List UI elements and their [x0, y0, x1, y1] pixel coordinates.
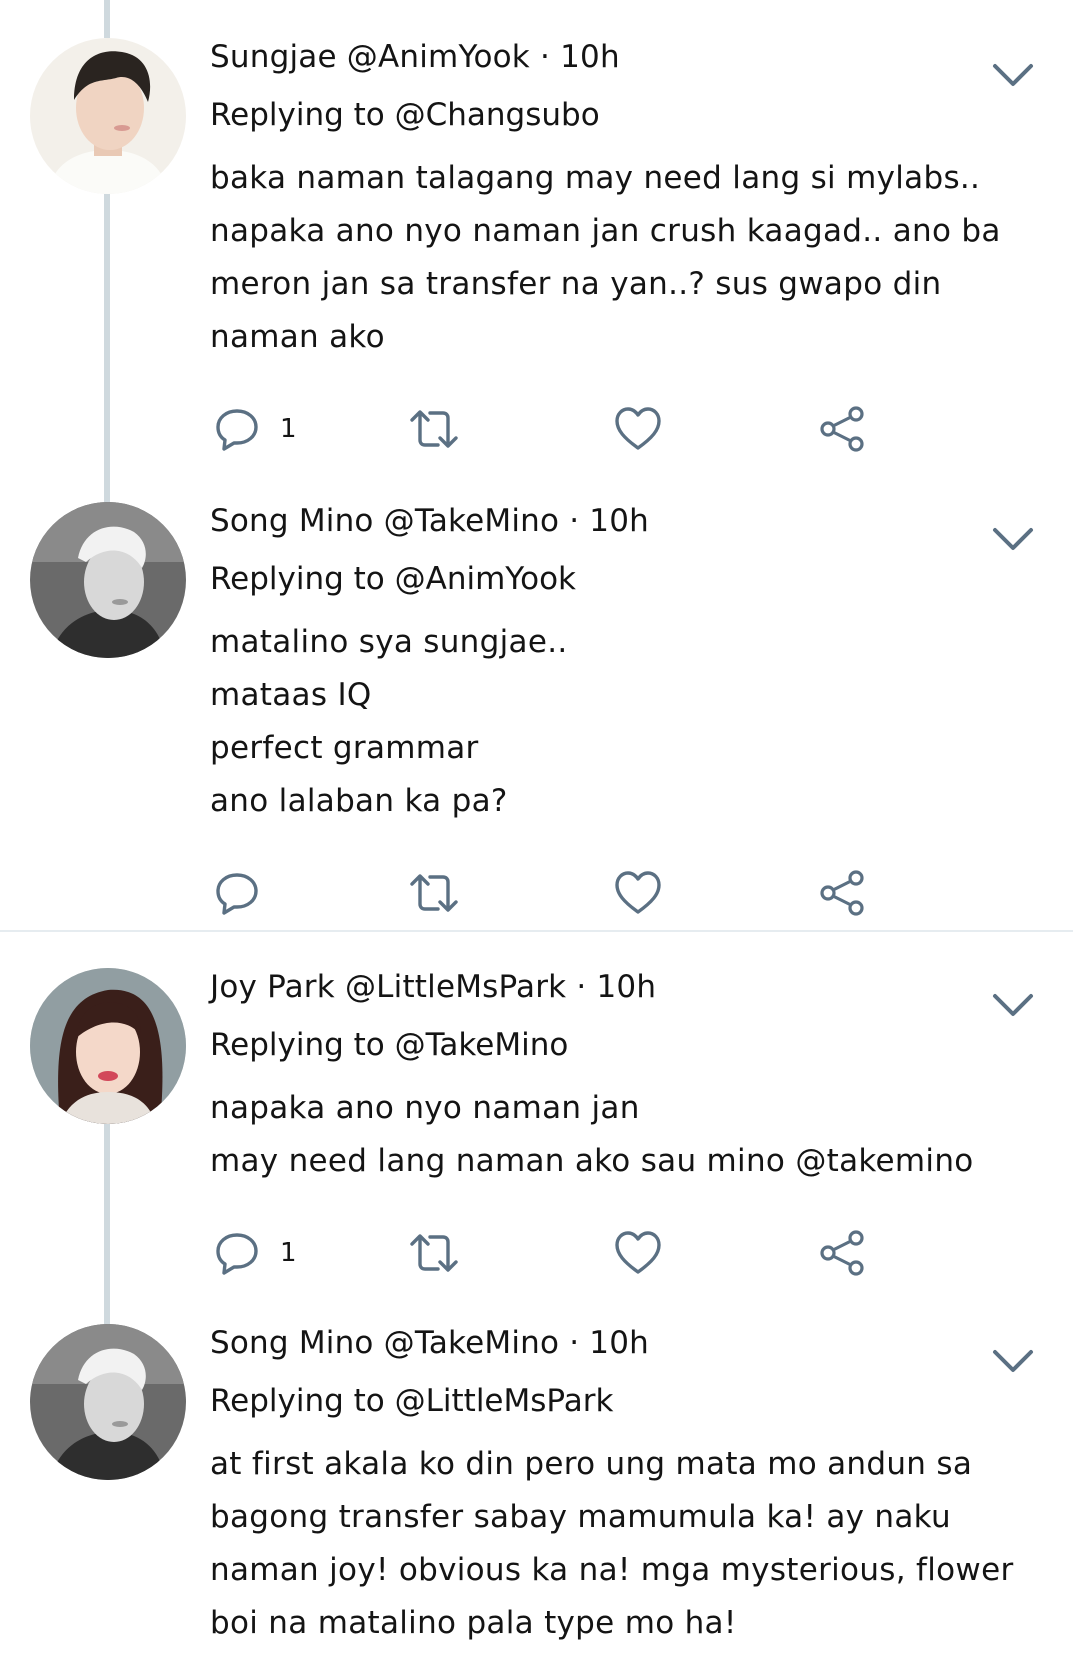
tweet-text-line: boi na matalino pala type mo ha! [210, 1605, 737, 1641]
tweet-text-line: perfect grammar [210, 730, 479, 766]
chevron-down-icon[interactable] [991, 990, 1035, 1020]
action-bar: 1 [214, 404, 934, 454]
tweet-text-line: at first akala ko din pero ung mata mo a… [210, 1446, 973, 1482]
reply-button[interactable] [214, 868, 280, 918]
reply-button[interactable]: 1 [214, 404, 297, 454]
reply-icon [216, 873, 258, 915]
action-bar [214, 868, 934, 918]
tweet-header: Sungjae @AnimYook · 10h [210, 39, 620, 75]
tweet-text-line: napaka ano nyo naman jan [210, 1090, 640, 1126]
reply-count: 1 [280, 414, 297, 444]
retweet-button[interactable] [406, 868, 462, 918]
chevron-down-icon[interactable] [991, 1346, 1035, 1376]
action-bar: 1 [214, 1228, 934, 1278]
retweet-icon [410, 410, 458, 448]
tweet-text-line: naman joy! obvious ka na! mga mysterious… [210, 1552, 1014, 1588]
tweet-text: at first akala ko din pero ung mata mo a… [210, 1438, 1040, 1650]
tweet[interactable]: Joy Park @LittleMsPark · 10h Replying to… [0, 968, 1073, 1288]
reply-count: 1 [280, 1238, 297, 1268]
heart-icon [615, 407, 661, 450]
tweet-text-line: may need lang naman ako sau mino @takemi… [210, 1143, 974, 1179]
like-button[interactable] [614, 1228, 662, 1278]
tweet-header: Song Mino @TakeMino · 10h [210, 1325, 649, 1361]
share-button[interactable] [818, 404, 866, 454]
retweet-icon [410, 1234, 458, 1272]
tweet-text-line: bagong transfer sabay mamumula ka! ay na… [210, 1499, 951, 1535]
chevron-down-icon[interactable] [991, 524, 1035, 554]
avatar[interactable] [30, 1324, 186, 1480]
avatar[interactable] [30, 502, 186, 658]
tweet-text: baka naman talagang may need lang si myl… [210, 152, 1040, 364]
tweet-text-line: napaka ano nyo naman jan crush kaagad.. … [210, 213, 1001, 249]
like-button[interactable] [614, 404, 662, 454]
like-button[interactable] [614, 868, 662, 918]
share-button[interactable] [818, 868, 866, 918]
share-icon [820, 406, 864, 452]
reply-icon [216, 409, 258, 451]
tweet-header: Song Mino @TakeMino · 10h [210, 503, 649, 539]
heart-icon [615, 871, 661, 914]
tweet-text: matalino sya sungjae.. mataas IQ perfect… [210, 616, 1040, 828]
chevron-down-icon[interactable] [991, 60, 1035, 90]
retweet-icon [410, 874, 458, 912]
share-button[interactable] [818, 1228, 866, 1278]
share-icon [820, 870, 864, 916]
tweet-text-line: ano lalaban ka pa? [210, 783, 508, 819]
retweet-button[interactable] [406, 1228, 462, 1278]
heart-icon [615, 1231, 661, 1274]
avatar[interactable] [30, 968, 186, 1124]
replying-to[interactable]: Replying to @LittleMsPark [210, 1382, 1040, 1420]
replying-to[interactable]: Replying to @AnimYook [210, 560, 1040, 598]
tweet-text-line: meron jan sa transfer na yan..? sus gwap… [210, 266, 942, 302]
thread-line [104, 0, 110, 38]
tweet-text-line: baka naman talagang may need lang si myl… [210, 160, 981, 196]
tweet-text-line: matalino sya sungjae.. [210, 624, 568, 660]
replying-to[interactable]: Replying to @TakeMino [210, 1026, 1040, 1064]
tweet-header: Joy Park @LittleMsPark · 10h [210, 969, 657, 1005]
tweet-text-line: naman ako [210, 319, 385, 355]
tweet-text-line: mataas IQ [210, 677, 372, 713]
retweet-button[interactable] [406, 404, 462, 454]
tweet[interactable]: Song Mino @TakeMino · 10h Replying to @L… [0, 1324, 1073, 1671]
tweet-text: napaka ano nyo naman jan may need lang n… [210, 1082, 1040, 1188]
reply-icon [216, 1233, 258, 1275]
share-icon [820, 1230, 864, 1276]
tweet[interactable]: Song Mino @TakeMino · 10h Replying to @A… [0, 502, 1073, 922]
reply-button[interactable]: 1 [214, 1228, 297, 1278]
avatar[interactable] [30, 38, 186, 194]
replying-to[interactable]: Replying to @Changsubo [210, 96, 1040, 134]
tweet[interactable]: Sungjae @AnimYook · 10h Replying to @Cha… [0, 38, 1073, 478]
tweet-divider [0, 930, 1073, 932]
